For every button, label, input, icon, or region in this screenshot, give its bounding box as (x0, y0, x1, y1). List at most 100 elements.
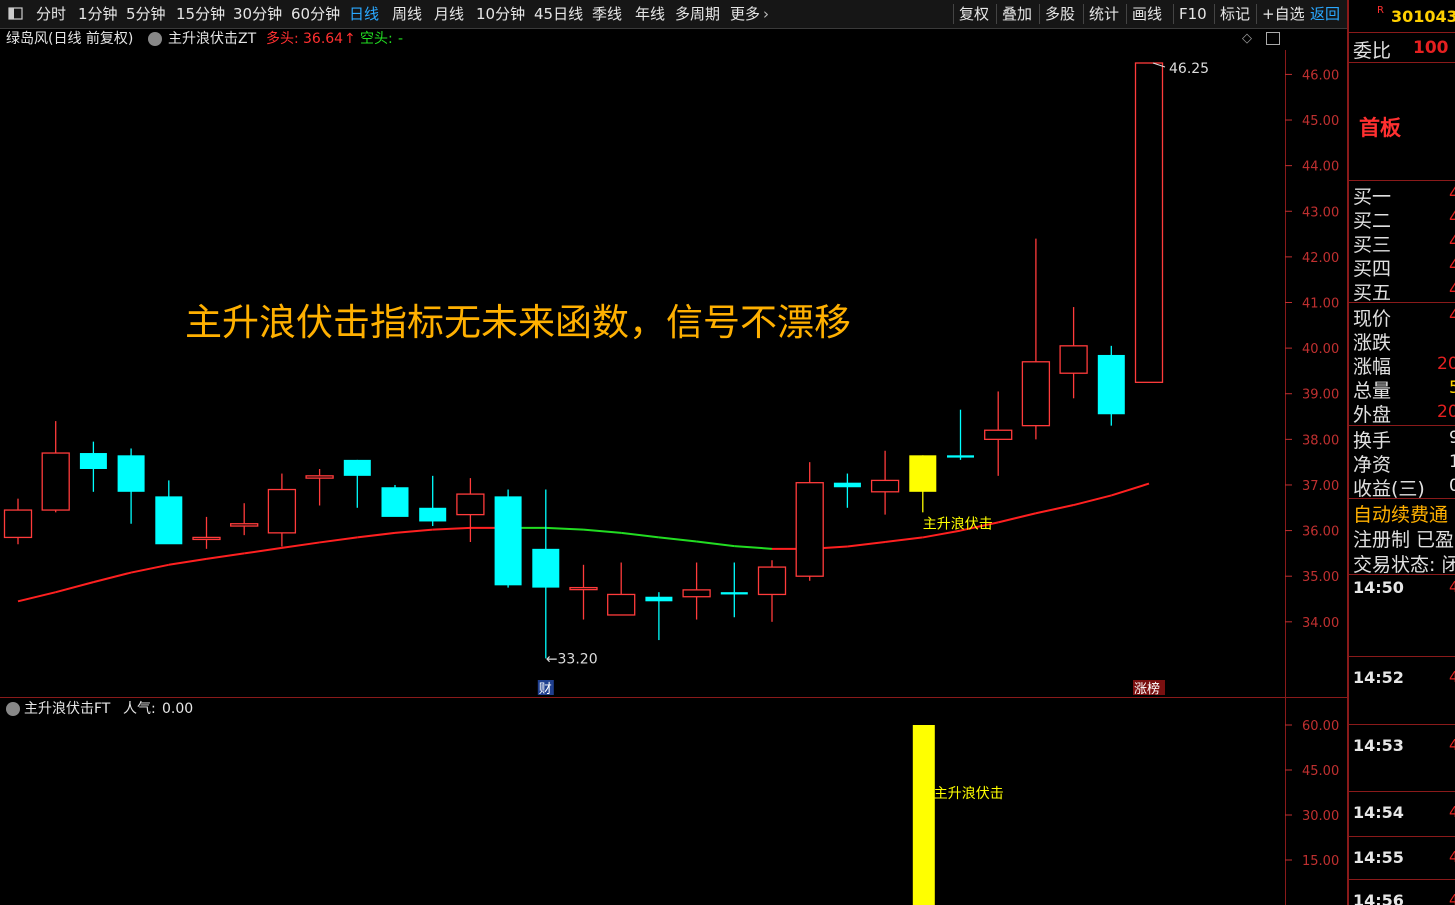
ma-segment (244, 546, 283, 555)
finance-tag[interactable]: 财 (539, 682, 552, 697)
buy-label-2: 买三 (1353, 234, 1392, 256)
y-tick-label: 38.00 (1302, 433, 1339, 448)
low-label: ←33.20 (546, 651, 598, 667)
candle-body (381, 487, 409, 517)
main-info-bar: 绿岛风(日线 前复权) 主升浪伏击ZT 多头: 36.64 ↑ 空头: - ◇ (0, 28, 1285, 50)
period-tab-10[interactable]: 45日线 (534, 0, 583, 28)
candle (3, 498, 33, 545)
tool-button-6[interactable]: 标记 (1220, 0, 1250, 28)
ma-segment (394, 528, 433, 534)
period-tab-6[interactable]: 日线 (349, 0, 379, 28)
y-tick-label: 42.00 (1302, 251, 1339, 266)
candle (984, 391, 1013, 476)
period-tab-12[interactable]: 年线 (635, 0, 665, 28)
tool-button-1[interactable]: 叠加 (1002, 0, 1032, 28)
limit-tag[interactable]: 涨榜 (1134, 681, 1160, 697)
period-tab-13[interactable]: 多周期 (675, 0, 720, 28)
stat-label-1: 净资 (1353, 454, 1392, 476)
y-tick-label: 44.00 (1302, 160, 1339, 175)
buy-label-3: 买四 (1353, 258, 1392, 280)
ma-segment (696, 540, 735, 548)
ma-segment (319, 536, 358, 544)
period-tab-4[interactable]: 30分钟 (233, 0, 282, 28)
sub-y-tick-label: 60.00 (1302, 719, 1339, 734)
ma-segment (55, 581, 94, 594)
registration-text: 注册制 已盈 (1353, 529, 1455, 551)
candle-body (79, 453, 107, 469)
candle (1097, 345, 1125, 426)
candle-body (909, 455, 937, 492)
ma-segment (997, 512, 1037, 524)
candle (532, 489, 560, 659)
tool-button-2[interactable]: 多股 (1045, 0, 1075, 28)
tick-value-4: 4 (1449, 848, 1455, 866)
ma-segment (658, 536, 697, 543)
stat-value-0: 9 (1449, 428, 1455, 448)
candle (230, 503, 259, 536)
period-tab-3[interactable]: 15分钟 (176, 0, 225, 28)
ma-segment (884, 536, 923, 543)
ma-segment (130, 563, 170, 574)
candle-body (569, 586, 598, 591)
indicator-toggle-icon[interactable] (148, 32, 162, 46)
candle (456, 478, 485, 542)
period-tab-8[interactable]: 月线 (434, 0, 464, 28)
period-tab-2[interactable]: 5分钟 (126, 0, 166, 28)
candle-body (155, 496, 183, 545)
candle-body (682, 589, 711, 598)
quote-value-2: 20 (1437, 354, 1455, 374)
stat-label-0: 换手 (1353, 430, 1392, 452)
short-label: 空头: (360, 31, 393, 47)
candle-body (3, 509, 33, 539)
return-button[interactable]: 返回 (1310, 0, 1340, 28)
window-icon[interactable] (1266, 32, 1280, 45)
y-tick-label: 37.00 (1302, 479, 1339, 494)
ma-segment (1110, 482, 1150, 497)
quote-label-1: 涨跌 (1353, 332, 1392, 354)
candle (305, 469, 334, 506)
ma-segment (168, 557, 207, 566)
candle-body (870, 479, 900, 493)
up-arrow-icon: ↑ (344, 31, 356, 47)
tool-button-4[interactable]: 画线 (1132, 0, 1162, 28)
more-chevron-icon[interactable]: › (763, 0, 769, 28)
layout-icon[interactable] (8, 0, 24, 28)
tool-button-7[interactable]: +自选 (1262, 0, 1305, 28)
tool-button-5[interactable]: F10 (1179, 0, 1207, 28)
candle (607, 562, 636, 616)
candle-body (230, 523, 259, 527)
period-tab-9[interactable]: 10分钟 (476, 0, 525, 28)
sub-y-tick-label: 30.00 (1302, 809, 1339, 824)
sub-indicator-chart: 15.00 30.00 45.00 60.00 主升浪伏击 (912, 698, 1339, 905)
candle-body (494, 496, 522, 586)
stat-value-1: 1 (1449, 452, 1455, 472)
candle-body (305, 475, 334, 479)
candle (1134, 62, 1164, 383)
tick-time-1: 14:52 (1353, 668, 1404, 687)
candle (645, 592, 673, 641)
tick-time-2: 14:53 (1353, 736, 1404, 755)
period-tab-7[interactable]: 周线 (392, 0, 422, 28)
candle (494, 489, 522, 588)
quote-label-4: 外盘 (1353, 404, 1392, 426)
period-tab-1[interactable]: 1分钟 (78, 0, 118, 28)
tick-value-5: 4 (1449, 891, 1455, 905)
y-tick-label: 41.00 (1302, 296, 1339, 311)
tool-button-3[interactable]: 统计 (1089, 0, 1119, 28)
period-tab-0[interactable]: 分时 (36, 0, 66, 28)
stat-value-2: 0 (1449, 476, 1455, 496)
y-tick-label: 45.00 (1302, 114, 1339, 129)
sub-y-tick-label: 45.00 (1302, 764, 1339, 779)
tick-value-3: 4 (1449, 803, 1455, 821)
period-tab-5[interactable]: 60分钟 (291, 0, 340, 28)
tool-button-0[interactable]: 复权 (959, 0, 989, 28)
diamond-icon[interactable]: ◇ (1242, 28, 1252, 50)
period-tab-11[interactable]: 季线 (592, 0, 622, 28)
candle-body (1059, 345, 1088, 374)
period-tab-14[interactable]: 更多 (730, 0, 760, 28)
candle (757, 560, 787, 622)
buy-label-0: 买一 (1353, 186, 1392, 208)
candle (381, 484, 409, 517)
candle (1059, 307, 1088, 399)
y-tick-label: 34.00 (1302, 616, 1339, 631)
